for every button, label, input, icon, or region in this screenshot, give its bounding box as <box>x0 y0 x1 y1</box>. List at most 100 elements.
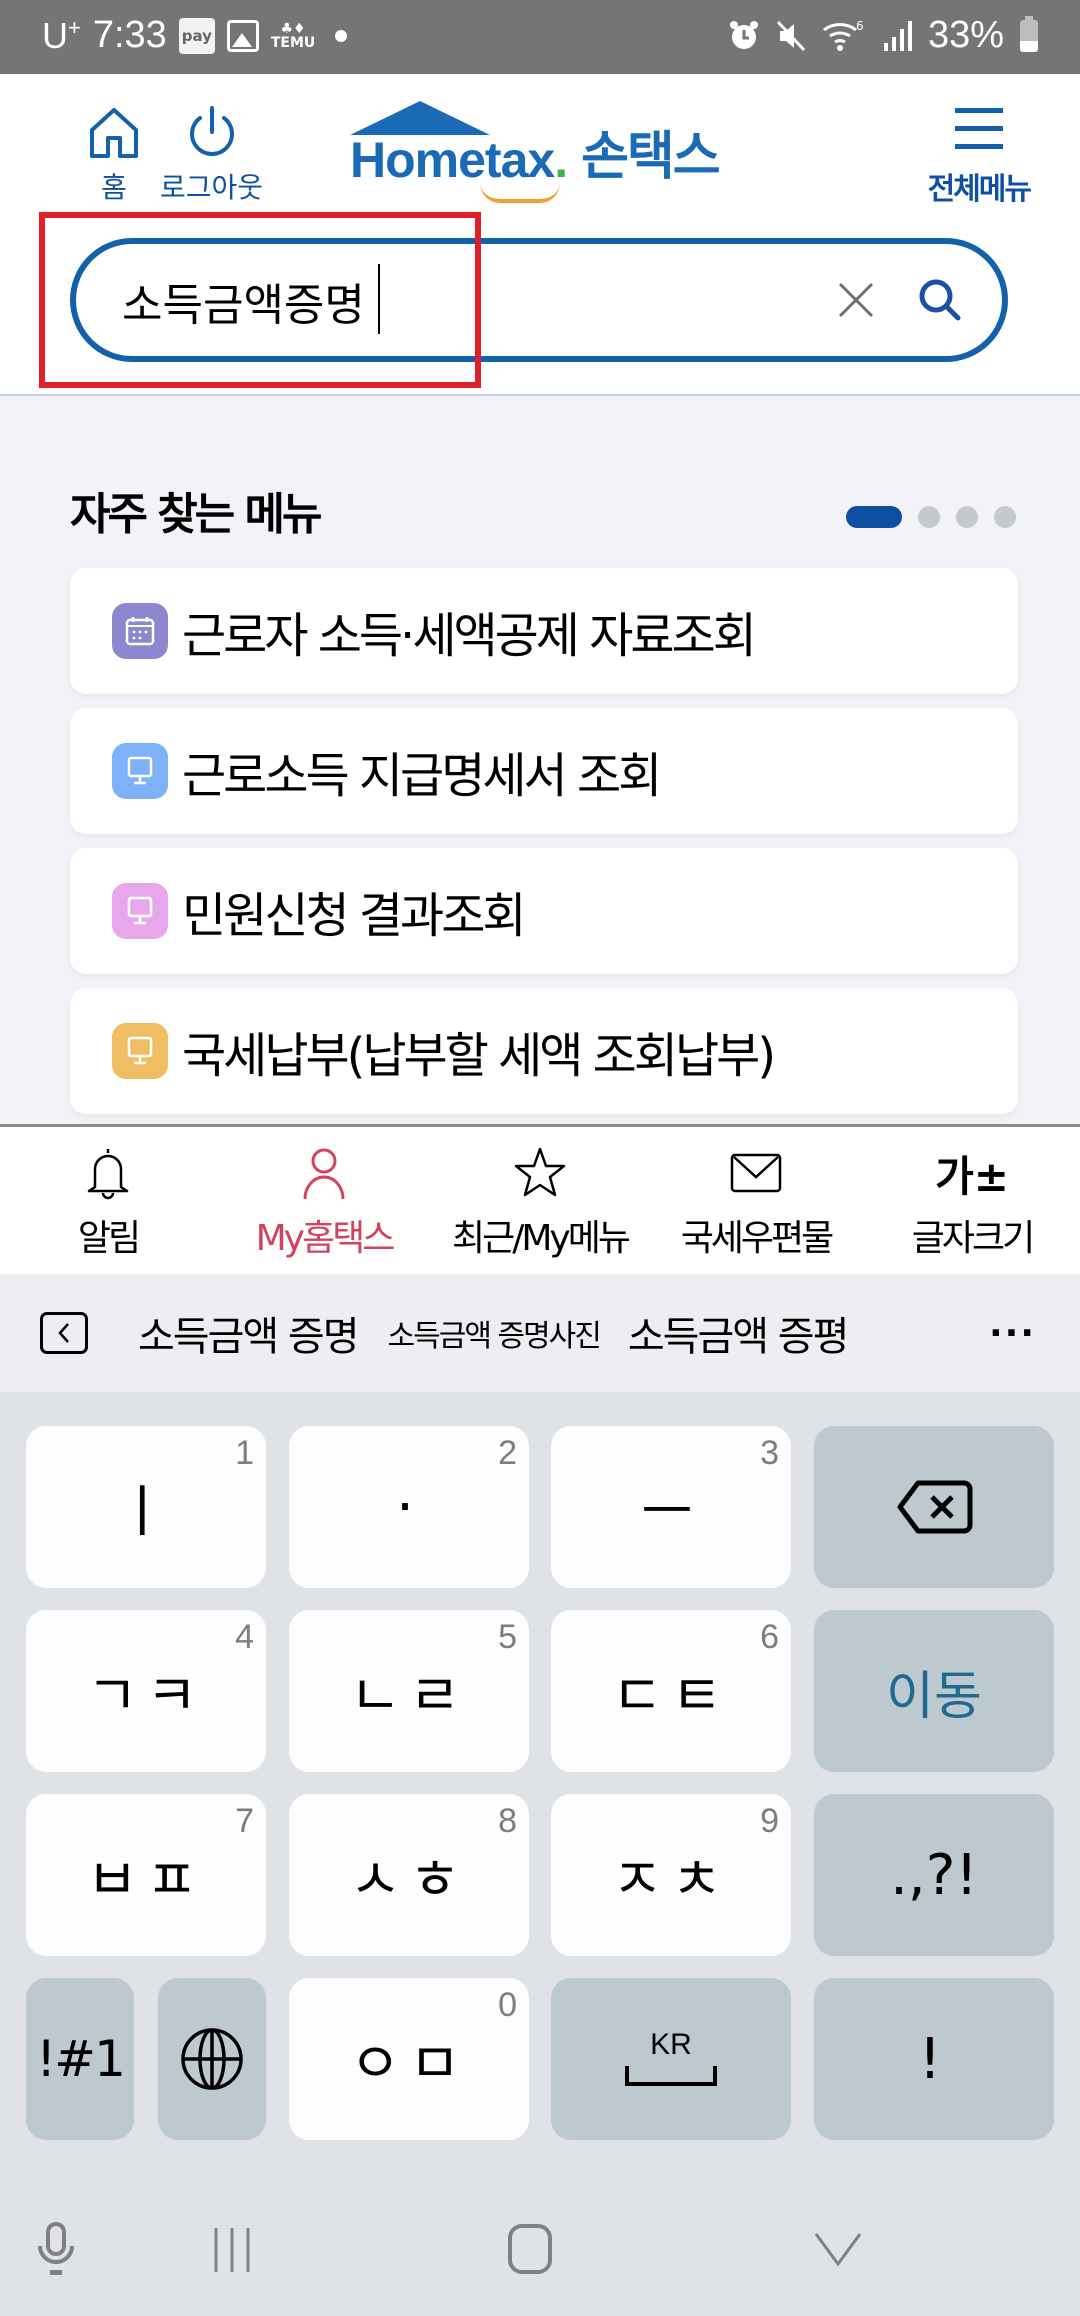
page-indicator <box>846 506 1016 528</box>
key-g-k[interactable]: 4 ㄱㅋ <box>26 1610 266 1772</box>
carrier-label: U+ <box>42 14 81 56</box>
suggestion-item[interactable]: 소득금액 증명 <box>138 1304 360 1362</box>
logo-sontax: 손택스 <box>581 127 721 187</box>
backspace-icon <box>897 1480 973 1534</box>
logout-button[interactable]: 로그아웃 <box>160 104 263 206</box>
home-nav-icon[interactable] <box>506 2220 554 2280</box>
favorites-title: 자주 찾는 메뉴 <box>70 489 323 540</box>
svg-text:6: 6 <box>856 19 864 33</box>
logo-roof-icon <box>350 101 490 135</box>
more-options-icon[interactable]: ··· <box>989 1313 1036 1354</box>
keyboard-suggestion-bar: 소득금액 증명 소득금액 증명사진 소득금액 증평 ··· <box>0 1274 1080 1392</box>
nav-alerts[interactable]: 알림 <box>0 1127 216 1274</box>
nav-label: 알림 <box>77 1218 141 1259</box>
favorites-section: 자주 찾는 메뉴 근로자 소득·세액공제 자료조회 근로소득 지급명세서 조회 … <box>0 396 1080 1124</box>
home-icon <box>90 108 138 158</box>
gallery-notification-icon <box>226 19 259 52</box>
key-d-t[interactable]: 6 ㄷㅌ <box>551 1610 791 1772</box>
calendar-icon <box>112 603 168 659</box>
symbols-key[interactable]: !#1 <box>26 1978 134 2140</box>
person-icon <box>303 1148 345 1200</box>
nav-label: My홈택스 <box>255 1218 396 1259</box>
clock: 7:33 <box>92 14 167 56</box>
mail-icon <box>730 1153 782 1193</box>
nav-font-size[interactable]: 가± 글자크기 <box>864 1127 1080 1274</box>
key-j-ch[interactable]: 9 ㅈㅊ <box>551 1794 791 1956</box>
nav-my-hometax[interactable]: My홈택스 <box>216 1127 432 1274</box>
home-label: 홈 <box>101 171 127 204</box>
collapse-suggestions-button[interactable] <box>40 1312 88 1354</box>
suggestion-item[interactable]: 소득금액 증명사진 <box>388 1311 602 1355</box>
punctuation-key[interactable]: .,?! <box>814 1794 1054 1956</box>
favorite-menu-item[interactable]: 국세납부(납부할 세액 조회납부) <box>70 988 1018 1114</box>
microphone-icon[interactable] <box>36 2220 76 2280</box>
page-dot[interactable] <box>956 506 978 528</box>
logout-label: 로그아웃 <box>160 171 264 204</box>
key-i[interactable]: 1ㅣ <box>26 1426 266 1588</box>
globe-icon <box>181 2028 243 2090</box>
recent-apps-icon[interactable] <box>208 2220 256 2280</box>
favorite-menu-item[interactable]: 근로소득 지급명세서 조회 <box>70 708 1018 834</box>
hamburger-menu-icon <box>954 108 1003 149</box>
battery-icon <box>1020 15 1038 52</box>
favorite-menu-item[interactable]: 민원신청 결과조회 <box>70 848 1018 974</box>
favorite-menu-label: 근로소득 지급명세서 조회 <box>182 748 662 804</box>
nav-label: 국세우편물 <box>680 1218 835 1259</box>
monitor-icon <box>112 1023 168 1079</box>
search-input[interactable] <box>122 268 822 334</box>
mute-icon <box>776 20 806 51</box>
key-b-p[interactable]: 7 ㅂㅍ <box>26 1794 266 1956</box>
page-dot-active[interactable] <box>846 506 902 528</box>
move-key[interactable]: 이동 <box>814 1610 1054 1772</box>
logo-hometax: Hometax. <box>350 101 568 203</box>
nav-label: 글자크기 <box>911 1218 1035 1259</box>
all-menu-button[interactable]: 전체메뉴 <box>927 104 1032 208</box>
hometax-logo[interactable]: Hometax. 손택스 <box>350 101 721 203</box>
signal-icon <box>883 20 912 51</box>
battery-percent: 33% <box>927 14 1004 56</box>
temu-notification-icon: ♣♦ TEMU <box>270 20 316 51</box>
more-notifications-dot-icon <box>335 29 348 42</box>
favorite-menu-label: 근로자 소득·세액공제 자료조회 <box>182 608 757 664</box>
favorites-list: 근로자 소득·세액공제 자료조회 근로소득 지급명세서 조회 민원신청 결과조회… <box>70 568 1018 1124</box>
status-bar: U+ 7:33 pay ♣♦ TEMU 6 33% <box>0 0 1080 74</box>
key-eu[interactable]: 3ㅡ <box>551 1426 791 1588</box>
space-key[interactable]: KR <box>551 1978 791 2140</box>
text-caret <box>378 264 380 334</box>
star-icon <box>514 1147 566 1197</box>
bell-icon <box>87 1149 129 1200</box>
home-button[interactable]: 홈 <box>86 104 142 206</box>
language-key[interactable] <box>158 1978 266 2140</box>
keyboard: 1ㅣ 2 · 3ㅡ 4 ㄱㅋ 5 ㄴㄹ 6 ㄷㅌ 이동 7 ㅂㅍ 8 ㅅㅎ 9 ㅈㅊ .,?!… <box>0 1392 1080 2316</box>
monitor-icon <box>112 883 168 939</box>
alarm-icon <box>729 20 758 49</box>
nav-label: 최근/My메뉴 <box>452 1218 631 1259</box>
hide-keyboard-icon[interactable] <box>808 2220 868 2280</box>
space-bar-icon <box>625 2066 717 2086</box>
key-n-r[interactable]: 5 ㄴㄹ <box>289 1610 529 1772</box>
search-box <box>70 238 1008 362</box>
system-navigation-bar <box>0 2180 1080 2316</box>
favorite-menu-label: 국세납부(납부할 세액 조회납부) <box>182 1028 776 1084</box>
pay-notification-icon: pay <box>178 17 215 54</box>
exclamation-key[interactable]: ! <box>814 1978 1054 2140</box>
page-dot[interactable] <box>918 506 940 528</box>
key-ng-m[interactable]: 0 ㅇㅁ <box>289 1978 529 2140</box>
page-dot[interactable] <box>994 506 1016 528</box>
search-icon[interactable] <box>910 270 970 330</box>
power-icon <box>189 106 234 156</box>
backspace-key[interactable] <box>814 1426 1054 1588</box>
nav-tax-mail[interactable]: 국세우편물 <box>648 1127 864 1274</box>
space-lang-label: KR <box>650 2028 692 2061</box>
key-dot[interactable]: 2 · <box>289 1426 529 1588</box>
favorite-menu-item[interactable]: 근로자 소득·세액공제 자료조회 <box>70 568 1018 694</box>
bottom-nav: 알림 My홈택스 최근/My메뉴 국세우편물 가± 글자크기 <box>0 1124 1080 1274</box>
clear-search-icon[interactable] <box>828 272 884 328</box>
wifi-icon: 6 <box>823 19 864 51</box>
suggestion-item[interactable]: 소득금액 증평 <box>628 1304 850 1362</box>
key-s-h[interactable]: 8 ㅅㅎ <box>289 1794 529 1956</box>
font-size-icon: 가± <box>935 1151 1009 1201</box>
app-header: 홈 로그아웃 Hometax. 손택스 전체메뉴 <box>0 74 1080 396</box>
nav-recent-my-menu[interactable]: 최근/My메뉴 <box>432 1127 648 1274</box>
all-menu-label: 전체메뉴 <box>927 172 1032 207</box>
